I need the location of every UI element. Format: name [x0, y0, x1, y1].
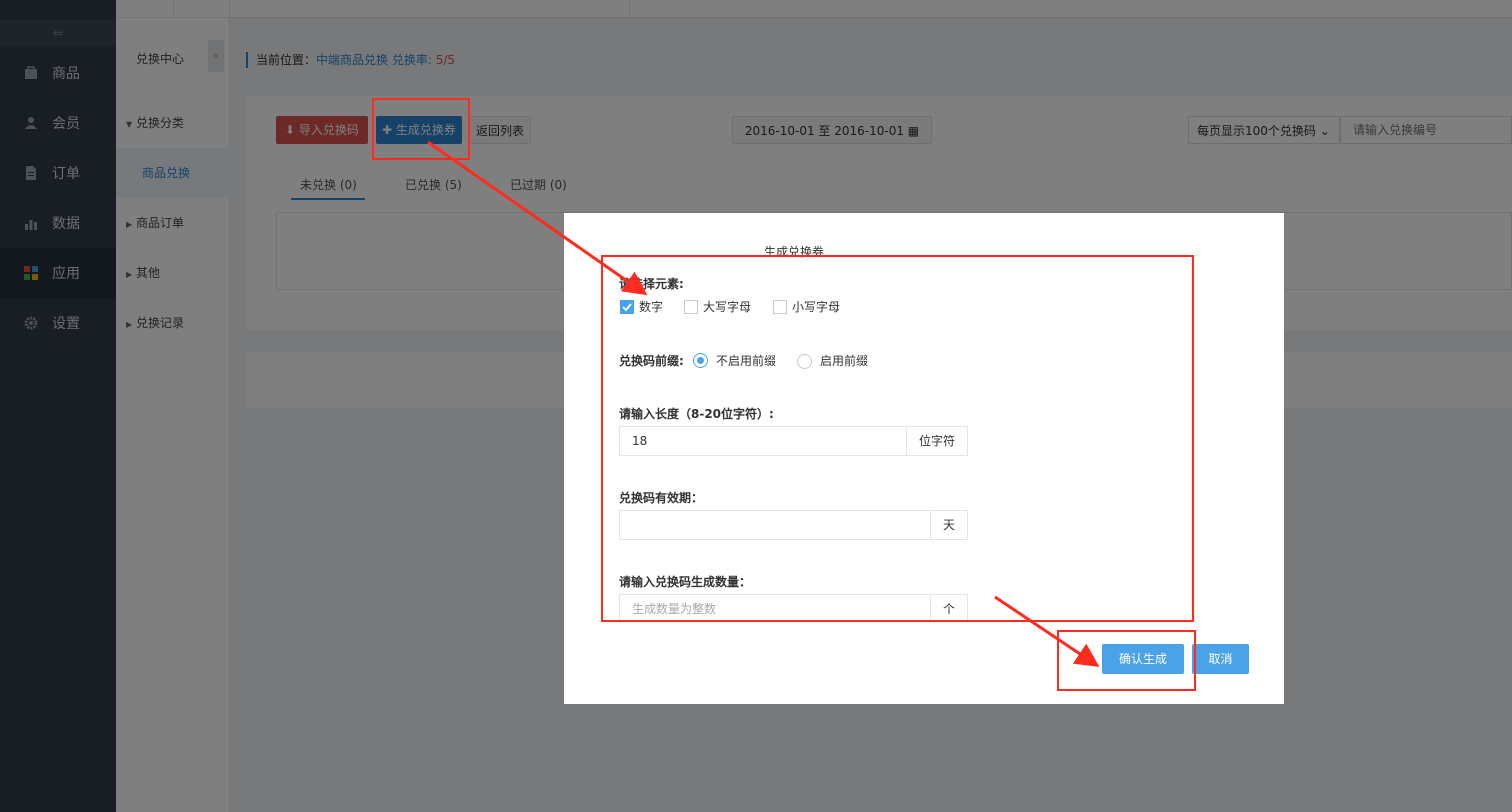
annotation-arrow: [994, 595, 1100, 668]
annotation-arrow: [427, 140, 648, 296]
annotation-arrows: [427, 140, 1100, 668]
